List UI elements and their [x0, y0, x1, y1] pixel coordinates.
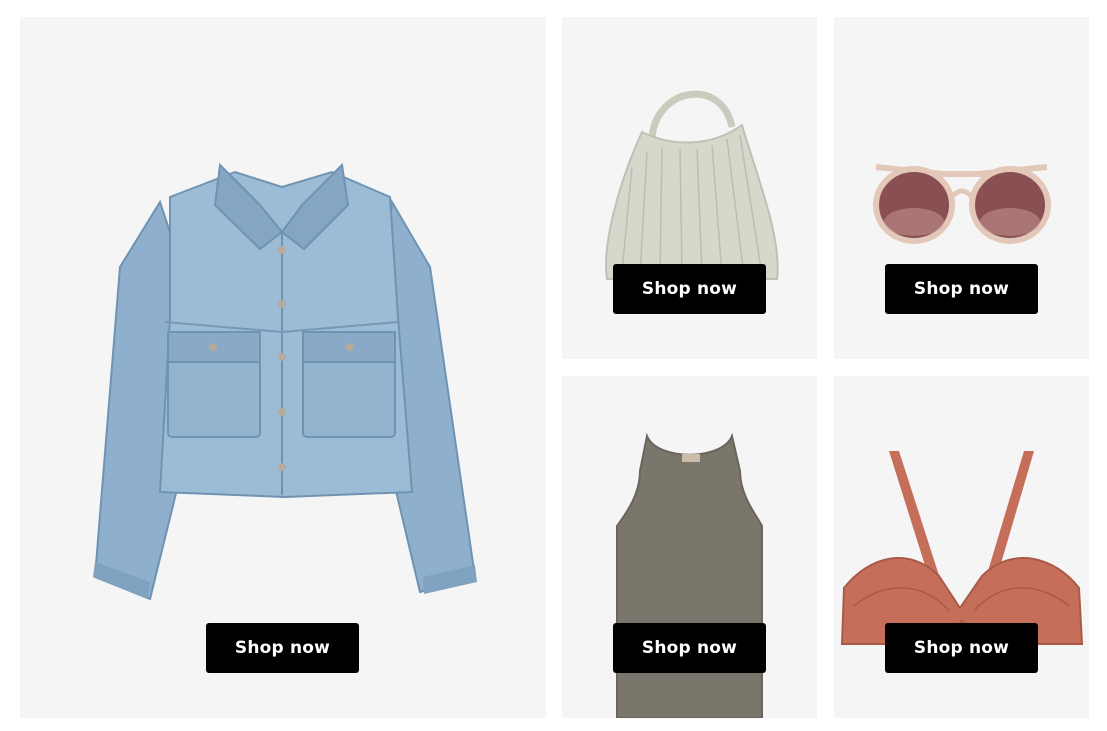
- shop-now-button[interactable]: Shop now: [613, 623, 766, 673]
- shop-now-button[interactable]: Shop now: [613, 264, 766, 314]
- shop-now-button[interactable]: Shop now: [885, 264, 1038, 314]
- shop-now-button[interactable]: Shop now: [206, 623, 359, 673]
- product-card-bra[interactable]: Shop now: [834, 376, 1089, 718]
- product-card-bag[interactable]: Shop now: [562, 17, 817, 359]
- product-card-tank[interactable]: Shop now: [562, 376, 817, 718]
- shop-now-button[interactable]: Shop now: [885, 623, 1038, 673]
- product-card-jacket[interactable]: Shop now: [20, 17, 546, 718]
- product-card-sunglasses[interactable]: Shop now: [834, 17, 1089, 359]
- denim-jacket-image: [93, 162, 477, 601]
